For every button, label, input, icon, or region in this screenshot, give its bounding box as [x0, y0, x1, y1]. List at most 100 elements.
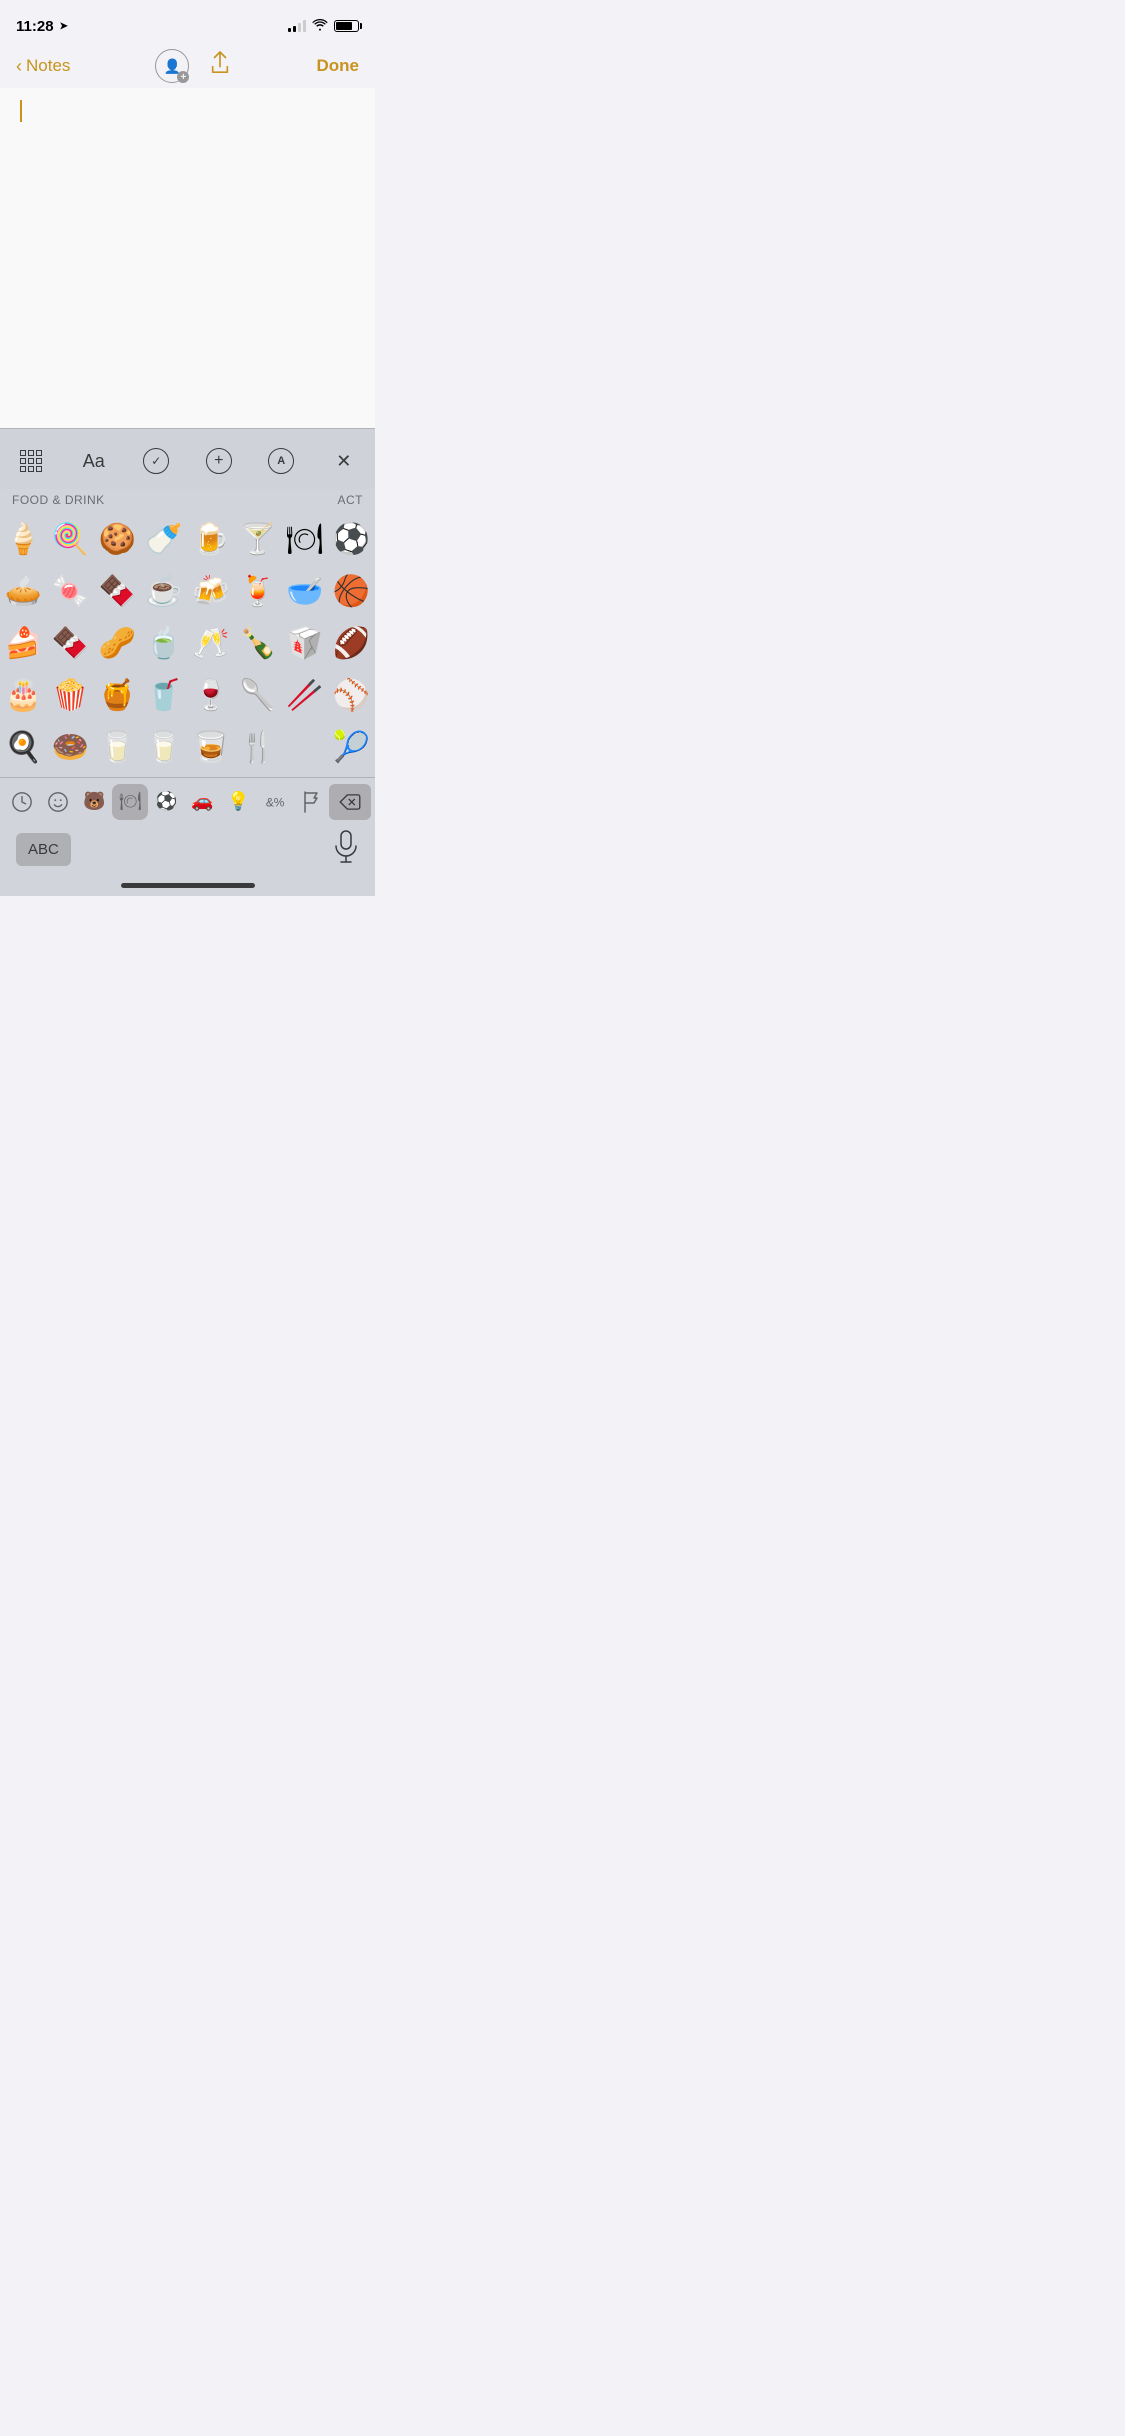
chevron-left-icon: ‹ [16, 56, 22, 77]
microphone-button[interactable] [333, 830, 359, 869]
objects-emoji-button[interactable]: 💡 [221, 784, 257, 820]
emoji-champagne-glasses[interactable]: 🥂 [188, 617, 235, 669]
symbols-emoji-button[interactable]: &% [257, 784, 293, 820]
formatting-toolbar: Aa ✓ + A ✕ [0, 428, 375, 489]
pen-circle-icon: A [268, 448, 294, 474]
emoji-peanuts[interactable]: 🥜 [94, 617, 141, 669]
keyboard-category-nav: 🐻 🍽 ⚽ 🚗 💡 &% [0, 777, 375, 825]
emoji-row-3: 🍰 🍫 🥜 🍵 🥂 🍾 🥡 🏈 [0, 617, 375, 669]
emoji-bowl[interactable]: 🥣 [281, 565, 328, 617]
keyboard-bottom-bar: ABC [0, 825, 375, 877]
emoji-tropical[interactable]: 🍹 [234, 565, 281, 617]
home-indicator [0, 877, 375, 896]
wifi-icon [312, 19, 328, 34]
emoji-chopsticks[interactable]: 🥢 [281, 669, 328, 721]
close-keyboard-button[interactable]: ✕ [322, 439, 366, 483]
emoji-baseball[interactable]: ⚾ [328, 669, 375, 721]
emoji-donut[interactable]: 🍩 [47, 721, 94, 773]
emoji-category-right: ACT [338, 493, 364, 507]
emoji-candy[interactable]: 🍬 [47, 565, 94, 617]
signal-icon [288, 20, 306, 32]
emoji-icecream[interactable]: 🍦 [0, 513, 47, 565]
animals-emoji-button[interactable]: 🐻 [76, 784, 112, 820]
abc-button[interactable]: ABC [16, 833, 71, 866]
battery-icon [334, 20, 359, 32]
emoji-grid: 🍦 🍭 🍪 🍼 🍺 🍸 🍽 ⚽ 🥧 🍬 🍫 ☕ 🍻 🍹 🥣 🏀 🍰 🍫 🥜 🍵 … [0, 509, 375, 777]
checklist-button[interactable]: ✓ [134, 439, 178, 483]
emoji-milk[interactable]: 🥛 [94, 721, 141, 773]
sports-icon: ⚽ [155, 791, 177, 812]
emoji-basketball[interactable]: 🏀 [328, 565, 375, 617]
car-icon: 🚗 [191, 791, 213, 812]
table-grid-icon [20, 450, 42, 472]
emoji-takeout[interactable]: 🥡 [281, 617, 328, 669]
emoji-beer[interactable]: 🍺 [188, 513, 235, 565]
plus-badge-icon: + [177, 71, 189, 83]
emoji-cup-straw[interactable]: 🥤 [141, 669, 188, 721]
emoji-choc-bar[interactable]: 🍫 [47, 617, 94, 669]
emoji-lollipop[interactable]: 🍭 [47, 513, 94, 565]
delete-key[interactable] [329, 784, 371, 820]
emoji-popcorn[interactable]: 🍿 [47, 669, 94, 721]
close-icon: ✕ [336, 451, 351, 472]
check-circle-icon: ✓ [143, 448, 169, 474]
emoji-beers[interactable]: 🍻 [188, 565, 235, 617]
text-format-button[interactable]: Aa [72, 439, 116, 483]
food-emoji-button[interactable]: 🍽 [112, 784, 148, 820]
nav-bar: ‹ Notes 👤 + Done [0, 44, 375, 88]
emoji-pie[interactable]: 🥧 [0, 565, 47, 617]
status-icons [288, 19, 359, 34]
smileys-emoji-button[interactable] [40, 784, 76, 820]
emoji-row-5: 🍳 🍩 🥛 🥛 🥃 🍴 🎾 [0, 721, 375, 773]
emoji-row-1: 🍦 🍭 🍪 🍼 🍺 🍸 🍽 ⚽ [0, 513, 375, 565]
emoji-fork-knife[interactable]: 🍴 [234, 721, 281, 773]
emoji-soccer[interactable]: ⚽ [328, 513, 375, 565]
text-cursor [20, 100, 22, 122]
emoji-fried-egg[interactable]: 🍳 [0, 721, 47, 773]
emoji-milk2[interactable]: 🥛 [141, 721, 188, 773]
note-content-area[interactable] [0, 88, 375, 428]
emoji-honey[interactable]: 🍯 [94, 669, 141, 721]
emoji-cake-slice[interactable]: 🍰 [0, 617, 47, 669]
emoji-row-4: 🎂 🍿 🍯 🥤 🍷 🥄 🥢 ⚾ [0, 669, 375, 721]
emoji-champagne[interactable]: 🍾 [234, 617, 281, 669]
home-bar [121, 883, 255, 888]
emoji-empty [281, 721, 328, 773]
svg-text:&%: &% [266, 795, 285, 809]
emoji-coffee[interactable]: ☕ [141, 565, 188, 617]
travel-emoji-button[interactable]: 🚗 [185, 784, 221, 820]
food-icon: 🍽 [119, 791, 142, 812]
nav-center-icons: 👤 + [155, 49, 231, 83]
done-button[interactable]: Done [316, 56, 359, 76]
plus-circle-icon: + [206, 448, 232, 474]
emoji-plate[interactable]: 🍽 [281, 513, 328, 565]
emoji-wine[interactable]: 🍷 [188, 669, 235, 721]
recent-emoji-button[interactable] [4, 784, 40, 820]
emoji-chocolate[interactable]: 🍫 [94, 565, 141, 617]
back-label: Notes [26, 56, 70, 76]
add-button[interactable]: + [197, 439, 241, 483]
bulb-icon: 💡 [227, 791, 249, 812]
bear-icon: 🐻 [83, 791, 105, 812]
back-button[interactable]: ‹ Notes [16, 56, 70, 77]
emoji-category-bar: FOOD & DRINK ACT [0, 489, 375, 509]
share-button[interactable] [209, 50, 231, 82]
emoji-cocktail[interactable]: 🍸 [234, 513, 281, 565]
add-collaborator-button[interactable]: 👤 + [155, 49, 189, 83]
flags-emoji-button[interactable] [293, 784, 329, 820]
emoji-row-2: 🥧 🍬 🍫 ☕ 🍻 🍹 🥣 🏀 [0, 565, 375, 617]
table-button[interactable] [9, 439, 53, 483]
emoji-cookie[interactable]: 🍪 [94, 513, 141, 565]
aa-icon: Aa [83, 451, 105, 472]
emoji-football[interactable]: 🏈 [328, 617, 375, 669]
activities-emoji-button[interactable]: ⚽ [148, 784, 184, 820]
status-time: 11:28 ➤ [16, 18, 68, 35]
markup-button[interactable]: A [259, 439, 303, 483]
emoji-bottle[interactable]: 🍼 [141, 513, 188, 565]
status-bar: 11:28 ➤ [0, 0, 375, 44]
emoji-spoon[interactable]: 🥄 [234, 669, 281, 721]
emoji-birthday-cake[interactable]: 🎂 [0, 669, 47, 721]
emoji-whiskey[interactable]: 🥃 [188, 721, 235, 773]
emoji-tea[interactable]: 🍵 [141, 617, 188, 669]
emoji-tennis[interactable]: 🎾 [328, 721, 375, 773]
